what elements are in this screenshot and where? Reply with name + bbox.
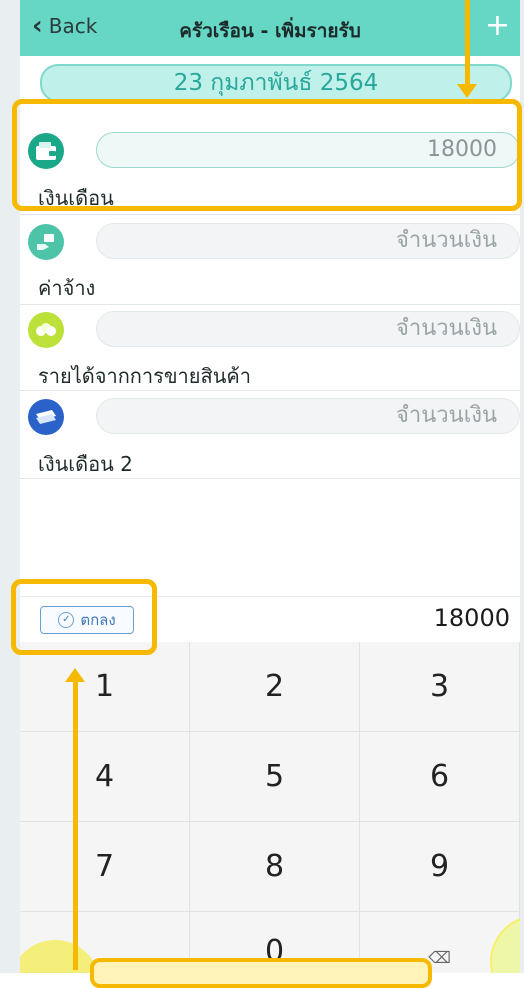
hand-money-icon (28, 224, 64, 260)
ok-button-label: ตกลง (80, 611, 116, 629)
salary-label: เงินเดือน (38, 186, 114, 210)
numeric-keypad: 1 2 3 4 5 6 7 8 9 0 ⌫ (20, 642, 520, 973)
app-screen: ‹ Back ครัวเรือน - เพิ่มรายรับ + 23 กุมภ… (20, 0, 520, 973)
key-5[interactable]: 5 (190, 732, 360, 822)
key-8[interactable]: 8 (190, 822, 360, 912)
check-circle-icon: ✓ (58, 612, 75, 628)
cash-stack-icon (28, 399, 64, 435)
key-7[interactable]: 7 (20, 822, 190, 912)
divider (20, 478, 520, 479)
date-selector[interactable]: 23 กุมภาพันธ์ 2564 (40, 64, 512, 102)
key-2[interactable]: 2 (190, 642, 360, 732)
divider (20, 390, 520, 391)
sales-income-amount-input[interactable]: จำนวนเงิน (96, 311, 520, 347)
salary-2-label: เงินเดือน 2 (38, 452, 133, 476)
key-3[interactable]: 3 (360, 642, 520, 732)
coins-icon (28, 312, 64, 348)
chevron-left-icon: ‹ (32, 11, 43, 41)
key-1[interactable]: 1 (20, 642, 190, 732)
wallet-icon (28, 133, 64, 169)
plus-icon[interactable]: + (485, 8, 510, 43)
wage-label: ค่าจ้าง (38, 276, 96, 300)
divider (20, 214, 520, 215)
nav-bar: ‹ Back ครัวเรือน - เพิ่มรายรับ + (20, 0, 520, 56)
divider (20, 304, 520, 305)
annotation-banner (90, 958, 432, 988)
salary-amount-input[interactable]: 18000 (96, 132, 520, 168)
right-margin (520, 0, 524, 973)
ok-button[interactable]: ✓ ตกลง (40, 606, 134, 634)
key-4[interactable]: 4 (20, 732, 190, 822)
salary-2-amount-input[interactable]: จำนวนเงิน (96, 398, 520, 434)
sales-income-label: รายได้จากการขายสินค้า (38, 364, 251, 388)
arrow-up-icon (65, 668, 85, 682)
arrow-shaft (465, 0, 470, 86)
wage-amount-input[interactable]: จำนวนเงิน (96, 223, 520, 259)
keyboard-display-value: 18000 (433, 604, 510, 632)
arrow-shaft (73, 680, 78, 970)
key-9[interactable]: 9 (360, 822, 520, 912)
back-button[interactable]: ‹ Back (32, 11, 98, 41)
arrow-down-icon (457, 84, 477, 98)
key-6[interactable]: 6 (360, 732, 520, 822)
left-margin (0, 0, 21, 973)
back-label: Back (48, 14, 98, 38)
